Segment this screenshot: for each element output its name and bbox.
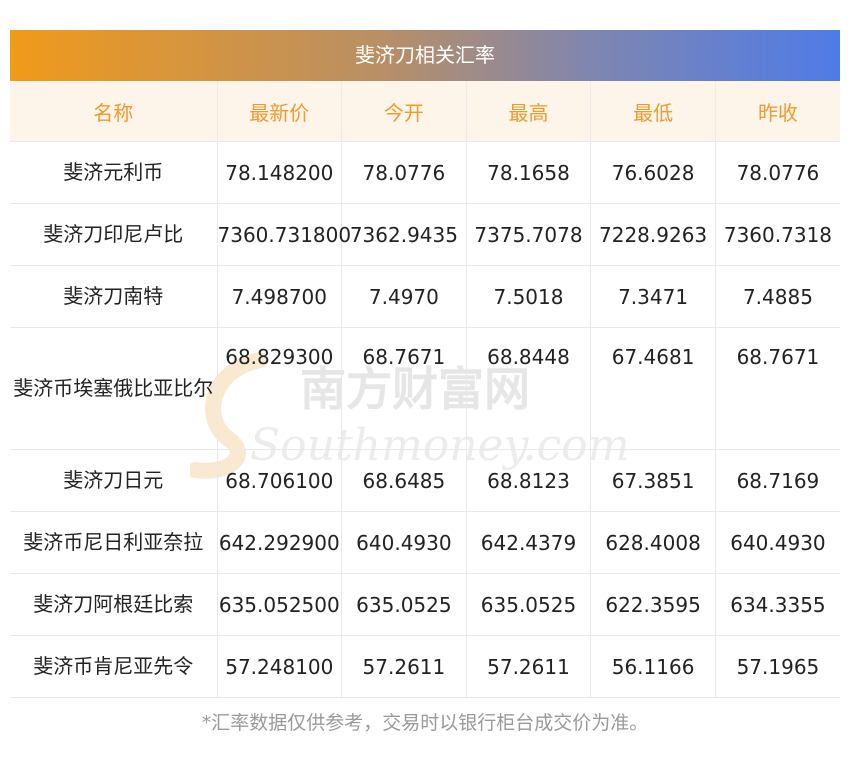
open-price: 57.2611 (341, 635, 467, 698)
open-price: 68.6485 (341, 449, 467, 512)
latest-price: 78.148200 (217, 141, 343, 204)
table-row: 斐济币尼日利亚奈拉 642.292900 640.4930 642.4379 6… (10, 511, 840, 574)
prev-close-price: 634.3355 (715, 573, 840, 636)
open-price: 78.0776 (341, 141, 467, 204)
prev-close-price: 78.0776 (715, 141, 840, 204)
low-price: 7228.9263 (590, 203, 716, 266)
open-price: 640.4930 (341, 511, 467, 574)
table-row: 斐济币肯尼亚先令 57.248100 57.2611 57.2611 56.11… (10, 635, 840, 698)
currency-name: 斐济币尼日利亚奈拉 (10, 511, 218, 574)
open-price: 635.0525 (341, 573, 467, 636)
low-price: 7.3471 (590, 265, 716, 328)
low-price: 76.6028 (590, 141, 716, 204)
table-row: 斐济刀南特 7.498700 7.4970 7.5018 7.3471 7.48… (10, 265, 840, 328)
header-latest: 最新价 (217, 81, 343, 142)
prev-close-price: 68.7671 (715, 327, 840, 450)
high-price: 635.0525 (466, 573, 592, 636)
header-low: 最低 (590, 81, 716, 142)
latest-price: 68.706100 (217, 449, 343, 512)
prev-close-price: 7.4885 (715, 265, 840, 328)
high-price: 57.2611 (466, 635, 592, 698)
low-price: 622.3595 (590, 573, 716, 636)
open-price: 7362.9435 (341, 203, 467, 266)
prev-close-price: 68.7169 (715, 449, 840, 512)
latest-price: 635.052500 (217, 573, 343, 636)
latest-price: 57.248100 (217, 635, 343, 698)
table-row: 斐济币埃塞俄比亚比尔 68.829300 68.7671 68.8448 67.… (10, 327, 840, 450)
header-open: 今开 (341, 81, 467, 142)
prev-close-price: 640.4930 (715, 511, 840, 574)
high-price: 68.8448 (466, 327, 592, 450)
table-row: 斐济刀日元 68.706100 68.6485 68.8123 67.3851 … (10, 449, 840, 512)
low-price: 628.4008 (590, 511, 716, 574)
currency-name: 斐济元利币 (10, 141, 218, 204)
header-prev-close: 昨收 (715, 81, 840, 142)
currency-name: 斐济刀南特 (10, 265, 218, 328)
rates-panel: 斐济刀相关汇率 南方财富网 Southmoney.com 名称 最新价 今开 最… (10, 30, 840, 698)
header-name: 名称 (10, 81, 218, 142)
prev-close-price: 57.1965 (715, 635, 840, 698)
rates-table: 名称 最新价 今开 最高 最低 昨收 斐济元利币 78.148200 78.07… (10, 81, 840, 698)
prev-close-price: 7360.7318 (715, 203, 840, 266)
currency-name: 斐济币肯尼亚先令 (10, 635, 218, 698)
currency-name: 斐济刀日元 (10, 449, 218, 512)
low-price: 67.3851 (590, 449, 716, 512)
table-row: 斐济刀阿根廷比索 635.052500 635.0525 635.0525 62… (10, 573, 840, 636)
table-row: 斐济元利币 78.148200 78.0776 78.1658 76.6028 … (10, 141, 840, 204)
currency-name: 斐济币埃塞俄比亚比尔 (10, 327, 218, 450)
open-price: 68.7671 (341, 327, 467, 450)
disclaimer-footnote: *汇率数据仅供参考，交易时以银行柜台成交价为准。 (201, 712, 649, 734)
low-price: 67.4681 (590, 327, 716, 450)
header-row: 名称 最新价 今开 最高 最低 昨收 (10, 81, 840, 142)
low-price: 56.1166 (590, 635, 716, 698)
latest-price: 642.292900 (217, 511, 343, 574)
high-price: 68.8123 (466, 449, 592, 512)
table-title: 斐济刀相关汇率 (10, 30, 840, 81)
latest-price: 68.829300 (217, 327, 343, 450)
latest-price: 7360.731800 (217, 203, 351, 266)
high-price: 7375.7078 (466, 203, 592, 266)
table-row: 斐济刀印尼卢比 7360.731800 7362.9435 7375.7078 … (10, 203, 840, 266)
latest-price: 7.498700 (217, 265, 343, 328)
currency-name: 斐济刀阿根廷比索 (10, 573, 218, 636)
currency-name: 斐济刀印尼卢比 (10, 203, 218, 266)
header-high: 最高 (466, 81, 592, 142)
high-price: 7.5018 (466, 265, 592, 328)
high-price: 78.1658 (466, 141, 592, 204)
open-price: 7.4970 (341, 265, 467, 328)
high-price: 642.4379 (466, 511, 592, 574)
